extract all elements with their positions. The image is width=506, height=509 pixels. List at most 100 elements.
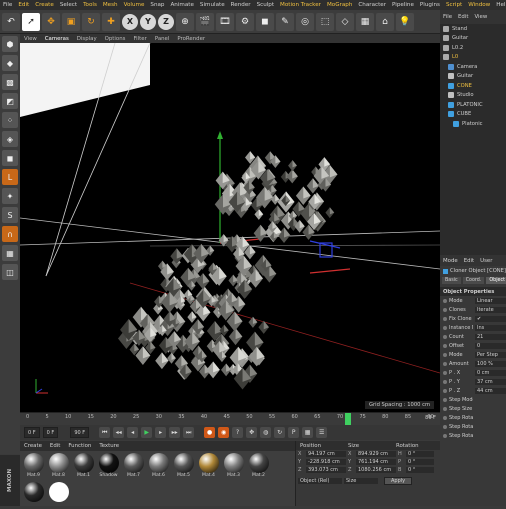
viewport-menu-view[interactable]: View (20, 36, 41, 42)
size-mode-select[interactable]: Size (344, 478, 378, 484)
add-icon[interactable]: ✚ (102, 12, 120, 31)
menu-simulate[interactable]: Simulate (197, 2, 228, 8)
material-swatch[interactable] (47, 482, 70, 509)
material-swatch[interactable]: Mat.6 (147, 453, 170, 480)
attribute-menu-edit[interactable]: Edit (461, 258, 477, 264)
go-to-start-icon[interactable]: ⏮ (99, 427, 111, 438)
workplane-icon[interactable]: ◩ (2, 93, 18, 109)
rotate-tool-icon[interactable]: ↻ (82, 12, 100, 31)
start-frame-field[interactable]: 0 F (24, 427, 40, 438)
keyframe-selection-icon[interactable]: ? (232, 427, 244, 438)
points-mode-icon[interactable]: ⁘ (2, 112, 18, 128)
previous-frame-icon[interactable]: ◂ (127, 427, 139, 438)
material-swatch[interactable]: Mat.4 (197, 453, 220, 480)
texture-mode-icon[interactable]: ▩ (2, 74, 18, 90)
next-key-icon[interactable]: ▸▸ (169, 427, 181, 438)
keyframe-dot-icon[interactable] (443, 334, 447, 339)
menu-volume[interactable]: Volume (121, 2, 148, 8)
axis-y-toggle[interactable]: Y (140, 13, 156, 30)
viewport-menu-panel[interactable]: Panel (151, 36, 174, 42)
nurbs-icon[interactable]: ◎ (296, 12, 314, 31)
object-row[interactable]: Guitar (440, 72, 506, 82)
attribute-value-field[interactable]: 0 cm (475, 369, 506, 376)
position-field[interactable]: 393.073 cm (306, 467, 346, 473)
size-field[interactable]: 894.929 cm (356, 451, 396, 457)
menu-snap[interactable]: Snap (147, 2, 167, 8)
keyframe-dot-icon[interactable] (443, 370, 447, 375)
object-row[interactable]: CONE (440, 81, 506, 91)
material-menu-create[interactable]: Create (20, 443, 46, 449)
keyframe-dot-icon[interactable] (443, 397, 447, 402)
3d-viewport[interactable]: Grid Spacing : 1000 cm (20, 43, 440, 412)
keyframe-dot-icon[interactable] (443, 433, 447, 438)
scale-key-icon[interactable]: ◍ (260, 427, 272, 438)
edges-mode-icon[interactable]: ◈ (2, 131, 18, 147)
viewport-menu-filter[interactable]: Filter (129, 36, 150, 42)
snap-icon[interactable]: S (2, 207, 18, 223)
object-row[interactable]: Platonic (440, 119, 506, 129)
menu-create[interactable]: Create (32, 2, 57, 8)
keyframe-dot-icon[interactable] (443, 424, 447, 429)
menu-tools[interactable]: Tools (80, 2, 100, 8)
coordinate-mode-select[interactable]: Object (Rel) (298, 478, 342, 484)
record-icon[interactable]: ● (204, 427, 216, 438)
render-settings-icon[interactable]: ⚙ (236, 12, 254, 31)
previous-key-icon[interactable]: ◂◂ (113, 427, 125, 438)
scale-tool-icon[interactable]: ▣ (62, 12, 80, 31)
size-field[interactable]: 1080.256 cm (356, 467, 396, 473)
menu-sculpt[interactable]: Sculpt (254, 2, 277, 8)
workplane-grid-icon[interactable]: ▦ (2, 245, 18, 261)
rotation-field[interactable]: 0 ° (406, 467, 434, 473)
object-menu-view[interactable]: View (471, 14, 490, 20)
make-editable-icon[interactable]: ⬢ (2, 36, 18, 52)
menu-plugins[interactable]: Plugins (417, 2, 443, 8)
material-menu-texture[interactable]: Texture (95, 443, 123, 449)
menu-select[interactable]: Select (57, 2, 80, 8)
material-swatch[interactable]: Mat.8 (47, 453, 70, 480)
object-row[interactable]: Guitar (440, 34, 506, 44)
keyframe-dot-icon[interactable] (443, 361, 447, 366)
timeline[interactable]: 0 5 10 15 20 25 30 35 40 45 50 55 60 65 70 75 80 85 90 89 … (20, 412, 440, 426)
menu-script[interactable]: Script (443, 2, 465, 8)
menu-mograph[interactable]: MoGraph (324, 2, 355, 8)
min-frame-field[interactable]: 0 F (42, 427, 59, 438)
autokey-icon[interactable]: ◉ (218, 427, 230, 438)
menu-character[interactable]: Character (355, 2, 389, 8)
keyframe-dot-icon[interactable] (443, 406, 447, 411)
object-row[interactable]: PLATONIC (440, 100, 506, 110)
material-swatch[interactable]: Mat.3 (222, 453, 245, 480)
coordinate-system-icon[interactable]: ⊕ (176, 12, 194, 31)
menu-mesh[interactable]: Mesh (100, 2, 121, 8)
attribute-tab-basic[interactable]: Basic (442, 277, 461, 284)
menu-pipeline[interactable]: Pipeline (389, 2, 417, 8)
attribute-menu-user[interactable]: User (477, 258, 495, 264)
magnet-icon[interactable]: ∩ (2, 226, 18, 242)
rotation-field[interactable]: 0 ° (406, 459, 434, 465)
array-icon[interactable]: ⬚ (316, 12, 334, 31)
apply-button[interactable]: Apply (384, 477, 413, 485)
go-to-end-icon[interactable]: ⏭ (183, 427, 195, 438)
object-row[interactable]: Studio (440, 91, 506, 101)
viewport-menu-options[interactable]: Options (101, 36, 130, 42)
position-field[interactable]: -228.918 cm (306, 459, 346, 465)
attribute-value-field[interactable]: Linear (475, 297, 506, 304)
param-key-icon[interactable]: P (288, 427, 300, 438)
attribute-menu-mode[interactable]: Mode (440, 258, 461, 264)
object-menu-edit[interactable]: Edit (455, 14, 471, 20)
max-frame-field[interactable]: 90 F (70, 427, 90, 438)
render-picture-viewer-icon[interactable]: 🎞 (216, 12, 234, 31)
object-row[interactable]: Stand (440, 24, 506, 34)
model-mode-icon[interactable]: ◆ (2, 55, 18, 71)
material-swatch[interactable] (22, 482, 45, 509)
object-row[interactable]: L0 (440, 53, 506, 63)
keyframe-dot-icon[interactable] (443, 316, 447, 321)
keyframe-dot-icon[interactable] (443, 298, 447, 303)
attribute-value-field[interactable]: 21 (475, 333, 506, 340)
keyframe-dot-icon[interactable] (443, 352, 447, 357)
material-swatch[interactable]: Shadow (97, 453, 120, 480)
size-field[interactable]: 761.194 cm (356, 459, 396, 465)
keyframe-dot-icon[interactable] (443, 325, 447, 330)
attribute-value-field[interactable]: 0 (475, 342, 506, 349)
next-frame-icon[interactable]: ▸ (155, 427, 167, 438)
viewport-menu-prorender[interactable]: ProRender (173, 36, 209, 42)
